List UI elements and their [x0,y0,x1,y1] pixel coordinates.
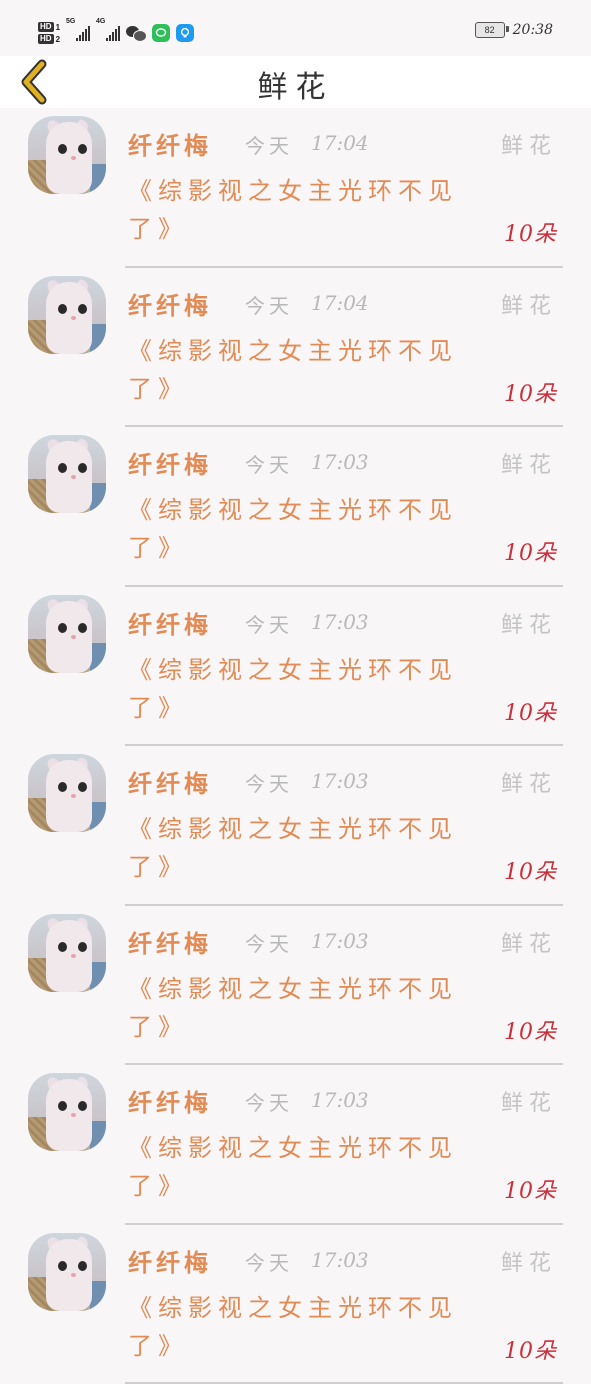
user-name[interactable]: 纤纤梅 [128,445,212,480]
hd-label: HD [38,22,54,32]
record-day: 今天 [245,768,293,797]
book-title[interactable]: 《综影视之女主光环不见了》 [128,970,468,1046]
gift-type: 鲜花 [501,926,557,958]
record-time: 17:04 [311,131,369,155]
flower-amount: 10朵 [504,854,557,886]
list-item[interactable]: 纤纤梅 今天 17:03 鲜花 《综影视之女主光环不见了》 10朵 [0,906,591,1066]
book-title[interactable]: 《综影视之女主光环不见了》 [128,1129,468,1205]
gift-type: 鲜花 [501,607,557,639]
flower-amount: 10朵 [504,695,557,727]
signal-4g-icon: 4G [96,25,120,41]
flower-amount: 10朵 [504,216,557,248]
record-day: 今天 [245,1247,293,1276]
avatar[interactable] [28,435,106,513]
signal-5g-icon: 5G [66,25,90,41]
book-title[interactable]: 《综影视之女主光环不见了》 [128,332,468,408]
book-title[interactable]: 《综影视之女主光环不见了》 [128,651,468,727]
record-day: 今天 [245,1087,293,1116]
hd-label: HD [38,34,54,44]
record-time: 17:04 [311,291,369,315]
gift-type: 鲜花 [501,447,557,479]
record-time: 17:03 [311,1248,369,1272]
flower-amount: 10朵 [504,1333,557,1365]
user-name[interactable]: 纤纤梅 [128,1083,212,1118]
user-name[interactable]: 纤纤梅 [128,605,212,640]
lightbulb-icon [176,24,194,42]
signal-label: 5G [66,18,75,25]
list-item[interactable]: 纤纤梅 今天 17:04 鲜花 《综影视之女主光环不见了》 10朵 [0,108,591,268]
record-time: 17:03 [311,610,369,634]
flower-amount: 10朵 [504,1173,557,1205]
flower-record-list: 纤纤梅 今天 17:04 鲜花 《综影视之女主光环不见了》 10朵 纤纤梅 今天… [0,108,591,1384]
flower-amount: 10朵 [504,1014,557,1046]
hd-indicator-1: HD 1 [38,22,60,32]
status-bar: HD 1 HD 2 5G 4G [0,0,591,56]
list-item[interactable]: 纤纤梅 今天 17:04 鲜花 《综影视之女主光环不见了》 10朵 [0,268,591,428]
battery-level: 82 [485,25,495,35]
record-day: 今天 [245,449,293,478]
book-title[interactable]: 《综影视之女主光环不见了》 [128,1289,468,1365]
record-time: 17:03 [311,450,369,474]
status-time: 20:38 [513,22,553,38]
record-time: 17:03 [311,769,369,793]
record-time: 17:03 [311,929,369,953]
user-name[interactable]: 纤纤梅 [128,126,212,161]
user-name[interactable]: 纤纤梅 [128,924,212,959]
book-title[interactable]: 《综影视之女主光环不见了》 [128,172,468,248]
header-bar: 鲜花 [0,56,591,108]
list-item[interactable]: 纤纤梅 今天 17:03 鲜花 《综影视之女主光环不见了》 10朵 [0,587,591,747]
list-item[interactable]: 纤纤梅 今天 17:03 鲜花 《综影视之女主光环不见了》 10朵 [0,746,591,906]
message-icon [152,24,170,42]
book-title[interactable]: 《综影视之女主光环不见了》 [128,491,468,567]
page-title: 鲜花 [0,62,591,106]
avatar[interactable] [28,914,106,992]
avatar[interactable] [28,276,106,354]
battery-icon: 82 [475,22,505,38]
record-day: 今天 [245,290,293,319]
record-day: 今天 [245,609,293,638]
user-name[interactable]: 纤纤梅 [128,764,212,799]
gift-type: 鲜花 [501,128,557,160]
record-day: 今天 [245,928,293,957]
hd-number: 2 [56,35,60,44]
record-day: 今天 [245,130,293,159]
gift-type: 鲜花 [501,766,557,798]
flower-amount: 10朵 [504,535,557,567]
avatar[interactable] [28,1073,106,1151]
signal-label: 4G [96,18,105,25]
book-title[interactable]: 《综影视之女主光环不见了》 [128,810,468,886]
avatar[interactable] [28,754,106,832]
flower-amount: 10朵 [504,376,557,408]
list-item[interactable]: 纤纤梅 今天 17:03 鲜花 《综影视之女主光环不见了》 10朵 [0,1065,591,1225]
avatar[interactable] [28,1233,106,1311]
gift-type: 鲜花 [501,288,557,320]
status-left-icons: HD 1 HD 2 5G 4G [38,16,194,50]
record-time: 17:03 [311,1088,369,1112]
hd-number: 1 [56,23,60,32]
wechat-icon [126,24,146,42]
status-right: 82 20:38 [475,22,553,38]
hd-indicators: HD 1 HD 2 [38,22,60,44]
list-item[interactable]: 纤纤梅 今天 17:03 鲜花 《综影视之女主光环不见了》 10朵 [0,1225,591,1384]
list-item[interactable]: 纤纤梅 今天 17:03 鲜花 《综影视之女主光环不见了》 10朵 [0,427,591,587]
user-name[interactable]: 纤纤梅 [128,1243,212,1278]
gift-type: 鲜花 [501,1085,557,1117]
avatar[interactable] [28,595,106,673]
hd-indicator-2: HD 2 [38,34,60,44]
avatar[interactable] [28,116,106,194]
gift-type: 鲜花 [501,1245,557,1277]
user-name[interactable]: 纤纤梅 [128,286,212,321]
